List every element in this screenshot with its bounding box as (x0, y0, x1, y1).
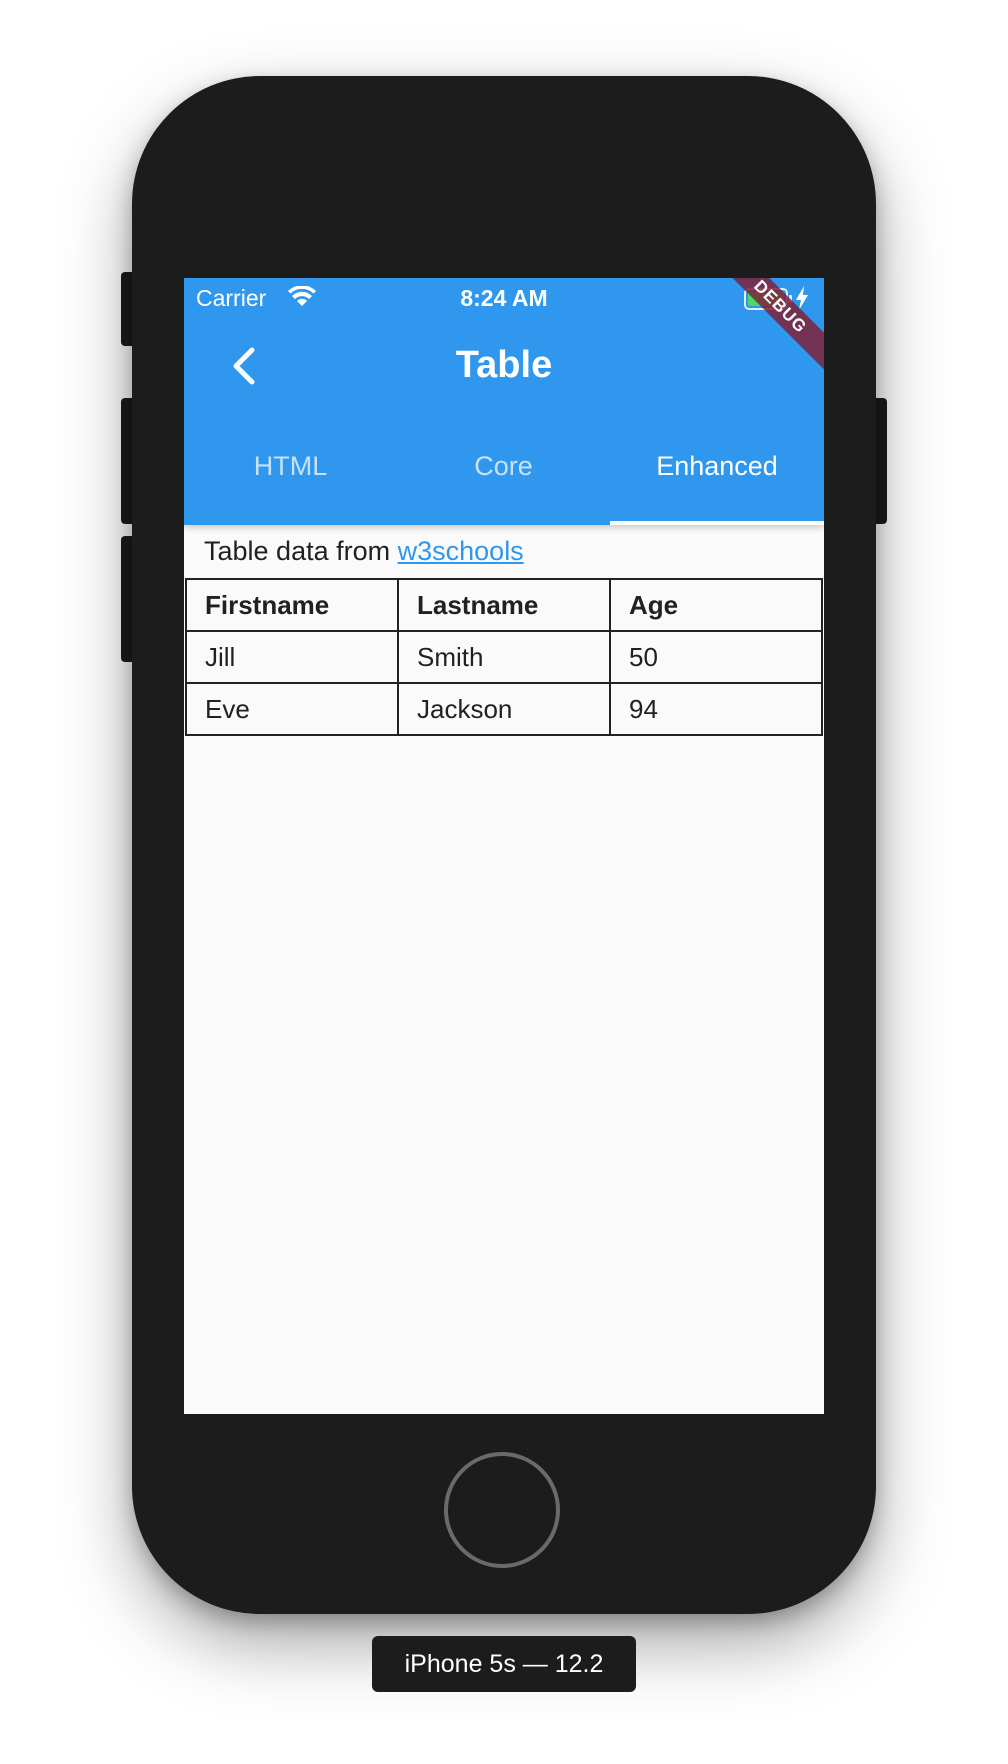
source-prefix: Table data from (204, 536, 391, 566)
tab-bar: HTML Core Enhanced (184, 428, 824, 525)
source-link[interactable]: w3schools (398, 536, 524, 566)
tab-html[interactable]: HTML (184, 428, 397, 525)
tab-core[interactable]: Core (397, 428, 610, 525)
device-label: iPhone 5s — 12.2 (372, 1636, 636, 1692)
header-age: Age (609, 578, 823, 632)
active-tab-indicator (610, 521, 824, 525)
header-firstname: Firstname (185, 578, 399, 632)
source-line: Table data from w3schools (184, 525, 824, 578)
status-time: 8:24 AM (460, 285, 548, 311)
table-cell: Smith (397, 630, 611, 684)
table-cell: 50 (609, 630, 823, 684)
app-screen: Carrier 8:24 AM Table HTML Core Enhanced… (184, 278, 824, 1414)
table-row: Eve Jackson 94 (185, 682, 823, 736)
toolbar: Table (184, 320, 824, 412)
tab-enhanced[interactable]: Enhanced (610, 428, 824, 525)
table-header-row: Firstname Lastname Age (185, 578, 823, 632)
simulator-stage: Carrier 8:24 AM Table HTML Core Enhanced… (0, 0, 1008, 1764)
table-cell: Jill (185, 630, 399, 684)
page-title: Table (455, 344, 553, 386)
table-cell: 94 (609, 682, 823, 736)
home-button[interactable] (444, 1452, 560, 1568)
table-cell: Eve (185, 682, 399, 736)
table-row: Jill Smith 50 (185, 630, 823, 684)
app-bar: Carrier 8:24 AM Table HTML Core Enhanced… (184, 278, 824, 525)
status-bar: Carrier 8:24 AM (184, 278, 824, 320)
table-content: Table data from w3schools Firstname Last… (184, 525, 824, 736)
header-lastname: Lastname (397, 578, 611, 632)
table-cell: Jackson (397, 682, 611, 736)
data-table: Firstname Lastname Age Jill Smith 50 Eve… (185, 578, 823, 736)
